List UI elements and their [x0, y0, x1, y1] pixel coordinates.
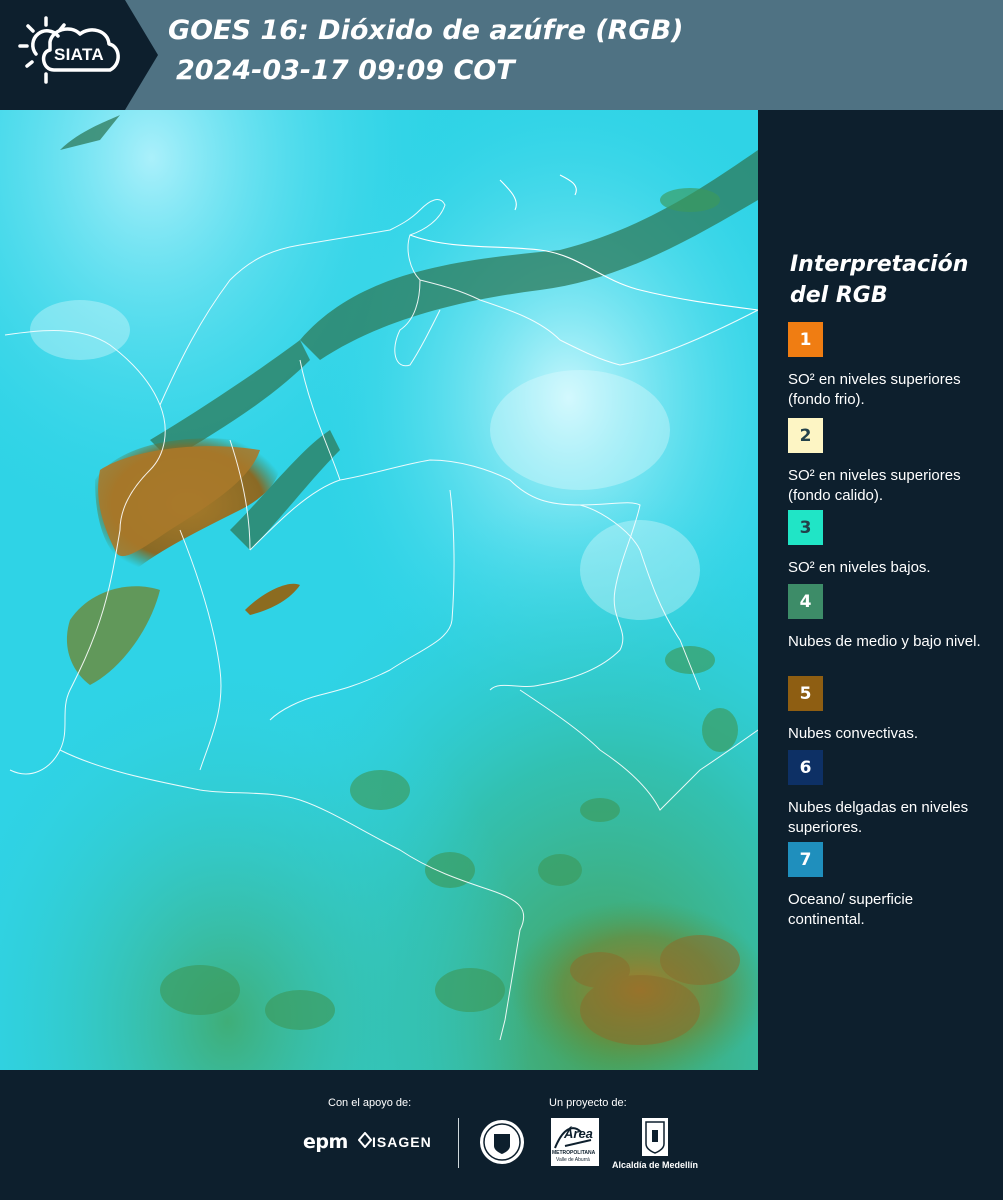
legend-item-1: 1 SO² en niveles superiores (fondo frio)… — [788, 322, 988, 410]
legend-swatch: 6 — [788, 750, 823, 785]
legend-description: Nubes convectivas. — [788, 725, 919, 742]
medellin-logo-text: Alcaldía de Medellín — [612, 1160, 699, 1170]
legend-item-5: 5 Nubes convectivas. — [788, 676, 988, 744]
header-bar: SIATA GOES 16: Dióxido de azúfre (RGB) 2… — [0, 0, 1003, 110]
isagen-logo: ISAGEN — [372, 1134, 432, 1150]
legend-description: SO² en niveles superiores (fondo frio). — [788, 371, 961, 408]
epm-logo: epm — [303, 1131, 348, 1153]
legend-swatch: 3 — [788, 510, 823, 545]
siata-logo: SIATA — [0, 0, 158, 110]
legend-description: SO² en niveles bajos. — [788, 559, 931, 576]
medellin-shield-icon — [642, 1118, 668, 1156]
legend-swatch: 5 — [788, 676, 823, 711]
area-logo-subtext: METROPOLITANA — [552, 1150, 596, 1156]
seal-icon — [480, 1120, 524, 1164]
satellite-map — [0, 110, 758, 1070]
area-logo-text: Área — [564, 1126, 593, 1141]
footer: Con el apoyo de: Un proyecto de: epm ISA… — [0, 1070, 1003, 1200]
legend-swatch: 1 — [788, 322, 823, 357]
legend-item-7: 7 Oceano/ superficie continental. — [788, 842, 988, 930]
legend-item-2: 2 SO² en niveles superiores (fondo calid… — [788, 418, 988, 506]
legend-swatch: 4 — [788, 584, 823, 619]
satellite-image — [0, 110, 758, 1070]
legend-item-3: 3 SO² en niveles bajos. — [788, 510, 988, 578]
legend-item-4: 4 Nubes de medio y bajo nivel. — [788, 584, 988, 652]
area-logo-subtext-2: Valle de Aburrá — [556, 1157, 590, 1163]
legend-item-6: 6 Nubes delgadas en niveles superiores. — [788, 750, 988, 838]
legend-swatch: 2 — [788, 418, 823, 453]
legend-description: Nubes delgadas en niveles superiores. — [788, 799, 969, 836]
logo-text: SIATA — [54, 45, 104, 64]
legend-swatch: 7 — [788, 842, 823, 877]
page-title: GOES 16: Dióxido de azúfre (RGB) — [168, 15, 684, 46]
support-label: Con el apoyo de: — [328, 1097, 412, 1109]
legend-description: Oceano/ superficie continental. — [788, 891, 914, 928]
legend-description: Nubes de medio y bajo nivel. — [788, 633, 981, 650]
project-label: Un proyecto de: — [549, 1097, 627, 1109]
legend-description: SO² en niveles superiores (fondo calido)… — [788, 467, 961, 504]
timestamp: 2024-03-17 09:09 COT — [176, 55, 515, 86]
legend-title: Interpretación del RGB — [790, 252, 969, 308]
legend-panel: Interpretación del RGB 1 SO² en niveles … — [770, 110, 995, 1070]
footer-divider — [458, 1118, 459, 1168]
isagen-icon — [358, 1132, 372, 1148]
